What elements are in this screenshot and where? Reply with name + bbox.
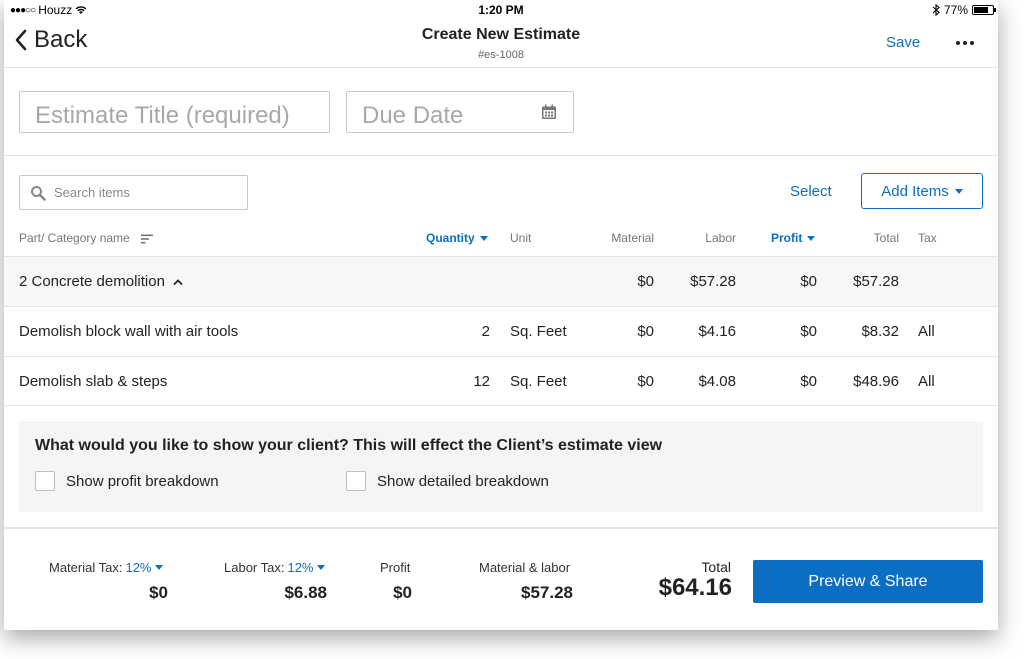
material-tax-text: Material Tax: [49,560,123,575]
show-profit-label: Show profit breakdown [66,472,219,490]
profit-value: $0 [393,583,412,602]
item-profit: $0 [800,323,817,340]
material-tax-label: Material Tax: 12% [49,560,163,575]
section-divider [4,155,998,156]
material-tax-rate-dropdown[interactable]: 12% [125,560,163,575]
status-right: 77% [932,3,996,17]
item-labor: $4.08 [698,373,736,390]
caret-down-icon [479,235,488,241]
battery-fill [974,7,988,13]
due-date-placeholder: Due Date [362,102,464,129]
column-header-unit: Unit [510,231,532,245]
column-header-name-label: Part/ Category name [19,231,130,245]
show-detailed-checkbox[interactable]: Show detailed breakdown [346,471,549,491]
caret-down-icon [154,565,163,570]
footer-divider [4,527,998,529]
labor-tax-value: $6.88 [284,583,327,602]
column-header-quantity-label: Quantity [426,231,475,245]
estimate-title-placeholder: Estimate Title (required) [35,102,290,129]
item-quantity: 12 [473,373,490,390]
item-quantity: 2 [481,323,490,340]
checkbox-box[interactable] [35,471,55,491]
status-bar: ●●●○○ Houzz 1:20 PM 77% [4,0,998,20]
table-row[interactable]: Demolish block wall with air tools 2 Sq.… [4,306,998,356]
estimate-title-field[interactable]: Estimate Title (required) [19,91,330,133]
material-tax-value: $0 [149,583,168,602]
item-total: $48.96 [853,373,899,390]
preview-share-label: Preview & Share [808,572,928,590]
preview-share-button[interactable]: Preview & Share [753,560,983,603]
ipad-screen: ●●●○○ Houzz 1:20 PM 77% Back Create New … [4,0,998,630]
table-row[interactable]: Demolish slab & steps 12 Sq. Feet $0 $4.… [4,356,998,406]
category-name: 2 Concrete demolition [19,273,183,290]
checkbox-box[interactable] [346,471,366,491]
material-tax-rate: 12% [125,560,152,575]
page-title: Create New Estimate [421,26,581,43]
bluetooth-icon [932,4,940,16]
item-unit: Sq. Feet [510,323,567,340]
column-header-total: Total [873,231,899,245]
sort-icon[interactable] [141,234,154,244]
item-profit: $0 [800,373,817,390]
group-labor: $57.28 [690,273,736,290]
client-view-panel: What would you like to show your client?… [19,421,983,512]
total-label: Total [701,559,731,575]
nav-bar: Back Create New Estimate #es-1008 Save [4,20,998,68]
select-button[interactable]: Select [790,183,832,200]
column-header-material: Material [611,231,654,245]
item-unit: Sq. Feet [510,373,567,390]
group-total: $57.28 [853,273,899,290]
item-name: Demolish block wall with air tools [19,323,239,340]
item-tax: All [918,323,935,340]
column-header-tax: Tax [918,231,937,245]
column-header-profit-label: Profit [771,231,803,245]
item-total: $8.32 [861,323,899,340]
category-group-row[interactable]: 2 Concrete demolition $0 $57.28 $0 $57.2… [4,256,998,306]
total-value: $64.16 [658,574,732,601]
add-items-button[interactable]: Add Items [861,173,983,209]
item-labor: $4.16 [698,323,736,340]
item-material: $0 [637,323,654,340]
labor-tax-label: Labor Tax: 12% [224,560,325,575]
material-labor-label: Material & labor [479,560,571,575]
item-tax: All [918,373,935,390]
show-profit-checkbox[interactable]: Show profit breakdown [35,471,219,491]
column-header-name[interactable]: Part/ Category name [19,231,154,245]
search-input[interactable]: Search items [19,175,248,210]
save-button[interactable]: Save [886,34,920,51]
profit-label: Profit [380,560,411,575]
caret-down-icon [316,565,325,570]
due-date-field[interactable]: Due Date [346,91,574,133]
add-items-label: Add Items [881,182,949,200]
battery-icon [972,5,996,15]
client-view-question: What would you like to show your client?… [35,437,663,454]
calendar-icon[interactable] [541,104,557,120]
caret-down-icon [954,188,963,194]
labor-tax-rate: 12% [287,560,314,575]
item-material: $0 [637,373,654,390]
search-placeholder: Search items [54,185,130,200]
chevron-up-icon[interactable] [173,278,183,286]
battery-percent: 77% [943,3,968,17]
status-time: 1:20 PM [478,3,524,17]
labor-tax-rate-dropdown[interactable]: 12% [287,560,325,575]
category-name-label: 2 Concrete demolition [19,273,165,290]
estimate-number: #es-1008 [478,49,524,61]
item-name: Demolish slab & steps [19,373,168,390]
column-header-labor: Labor [705,231,736,245]
column-header-profit[interactable]: Profit [771,231,816,245]
labor-tax-text: Labor Tax: [224,560,285,575]
material-labor-value: $57.28 [521,583,573,602]
show-detailed-label: Show detailed breakdown [377,472,549,490]
column-header-quantity[interactable]: Quantity [426,231,488,245]
group-profit: $0 [800,273,817,290]
search-icon [31,185,46,201]
caret-down-icon [807,235,816,241]
group-material: $0 [637,273,654,290]
more-options-icon[interactable] [954,32,976,52]
